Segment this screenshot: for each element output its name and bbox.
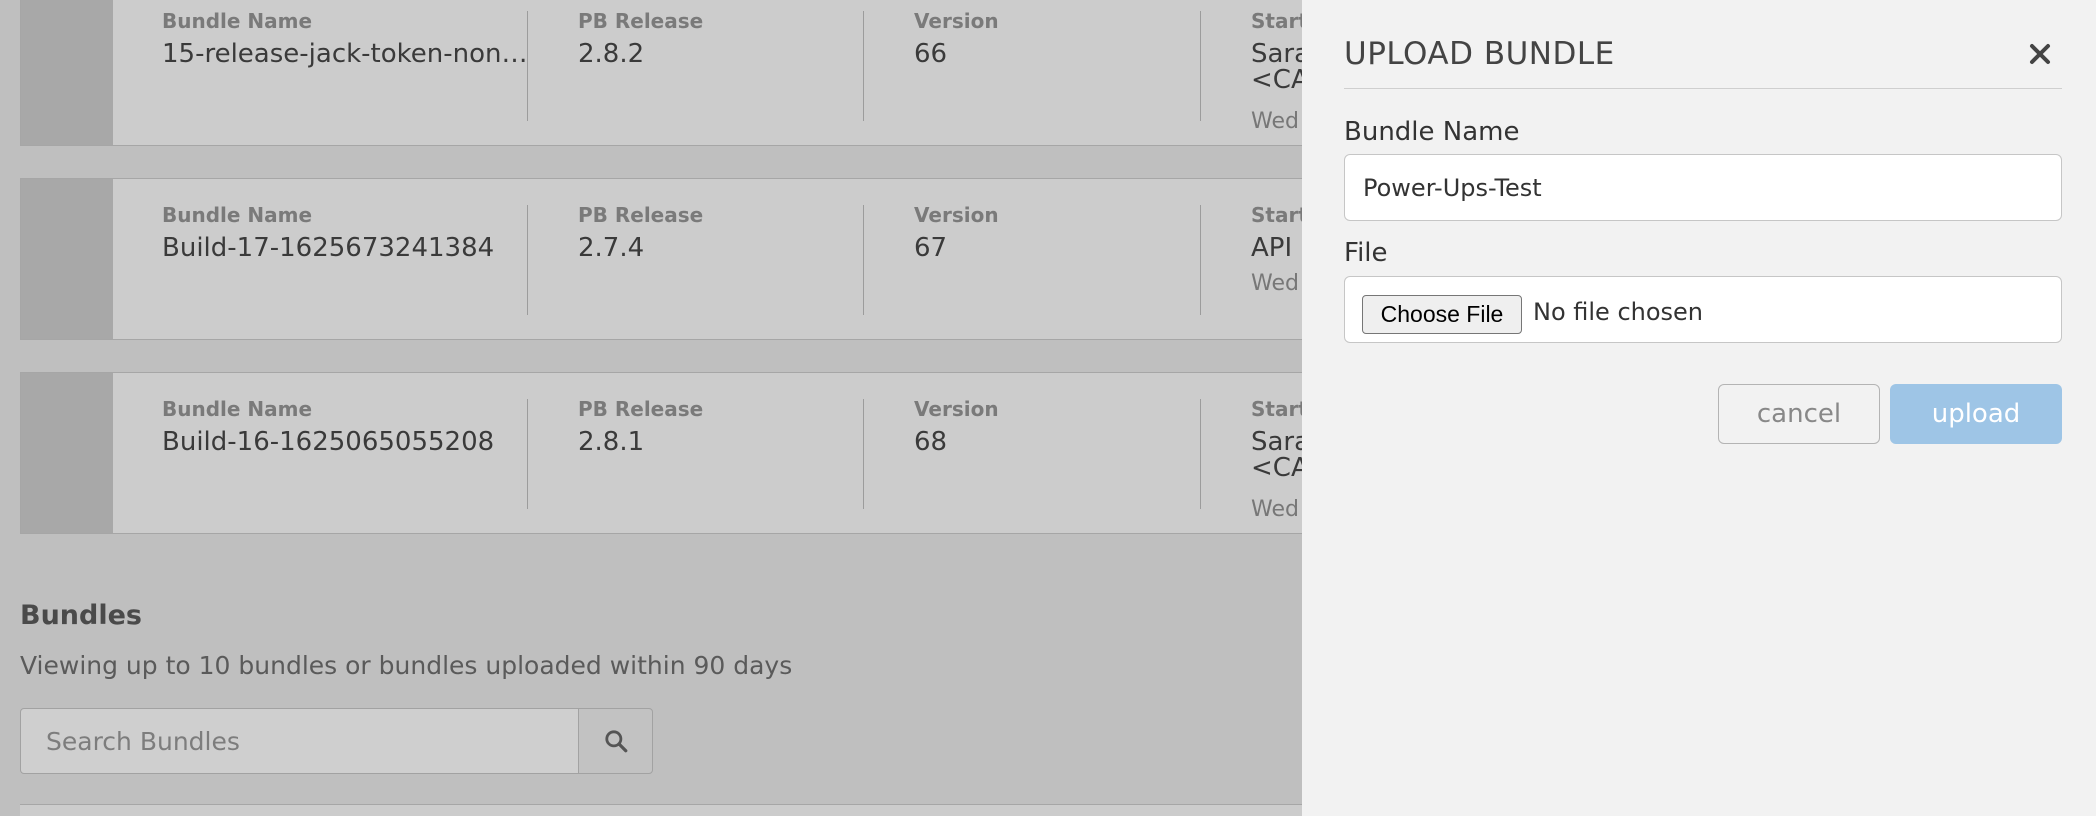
pb-release-value: 2.8.1: [578, 427, 645, 457]
pb-release-column: PB Release 2.8.2: [578, 0, 858, 145]
column-divider: [1200, 205, 1201, 315]
bundle-name-value: 15-release-jack-token-nonzero: [162, 39, 532, 69]
file-field-label: File: [1344, 238, 1388, 268]
close-button[interactable]: [2024, 36, 2056, 72]
start-value-line2: <CA: [1251, 65, 1302, 95]
pb-release-column: PB Release 2.7.4: [578, 179, 858, 339]
bundle-card[interactable]: Bundle Name 15-release-jack-token-nonzer…: [20, 0, 1302, 146]
bundle-card[interactable]: Bundle Name Build-16-1625065055208 PB Re…: [20, 372, 1302, 534]
bundle-name-column: Bundle Name Build-17-1625673241384: [162, 179, 532, 339]
bundle-name-field-label: Bundle Name: [1344, 117, 1520, 147]
file-status-text: No file chosen: [1533, 298, 1704, 326]
version-column: Version 66: [914, 0, 1194, 145]
bundles-section-title: Bundles: [20, 600, 142, 631]
bundle-thumbnail: [21, 0, 113, 145]
bundle-card[interactable]: Bundle Name Build-17-1625673241384 PB Re…: [20, 178, 1302, 340]
search-icon: [604, 730, 627, 753]
pb-release-value: 2.7.4: [578, 233, 645, 263]
close-icon: [2030, 44, 2050, 64]
choose-file-button[interactable]: Choose File: [1362, 295, 1522, 334]
column-divider: [1200, 11, 1201, 121]
column-divider: [863, 205, 864, 315]
pb-release-label: PB Release: [578, 397, 704, 421]
pb-release-label: PB Release: [578, 203, 704, 227]
start-label: Start: [1251, 9, 1302, 33]
start-date: Wed: [1251, 271, 1299, 296]
pb-release-label: PB Release: [578, 9, 704, 33]
pb-release-value: 2.8.2: [578, 39, 645, 69]
bundle-name-label: Bundle Name: [162, 397, 313, 421]
start-label: Start: [1251, 397, 1302, 421]
cancel-button[interactable]: cancel: [1718, 384, 1880, 444]
version-label: Version: [914, 397, 999, 421]
upload-button[interactable]: upload: [1890, 384, 2062, 444]
panel-divider: [1344, 88, 2062, 89]
bundle-name-value: Build-17-1625673241384: [162, 233, 495, 263]
start-column: Start Sara <CA Wed: [1251, 0, 1302, 145]
version-value: 66: [914, 39, 948, 69]
bundle-name-label: Bundle Name: [162, 203, 313, 227]
column-divider: [527, 11, 528, 121]
bundles-section-description: Viewing up to 10 bundles or bundles uplo…: [20, 651, 793, 680]
version-label: Version: [914, 203, 999, 227]
bundle-list-item-partial: [20, 804, 1302, 816]
version-value: 67: [914, 233, 948, 263]
upload-bundle-panel: UPLOAD BUNDLE Bundle Name File Choose Fi…: [1302, 0, 2096, 816]
bundle-name-column: Bundle Name 15-release-jack-token-nonzer…: [162, 0, 532, 145]
background-page: Bundle Name 15-release-jack-token-nonzer…: [0, 0, 1302, 816]
bundle-thumbnail: [21, 373, 113, 533]
version-value: 68: [914, 427, 948, 457]
start-label: Start: [1251, 203, 1302, 227]
bundle-name-value: Build-16-1625065055208: [162, 427, 495, 457]
search-bundles-field[interactable]: [20, 708, 579, 774]
column-divider: [863, 11, 864, 121]
column-divider: [527, 399, 528, 509]
bundle-name-label: Bundle Name: [162, 9, 313, 33]
search-input[interactable]: [21, 709, 578, 773]
start-date: Wed: [1251, 497, 1299, 522]
start-column: Start API < Wed: [1251, 179, 1302, 339]
start-column: Start Sara <CA Wed: [1251, 373, 1302, 533]
column-divider: [527, 205, 528, 315]
panel-title: UPLOAD BUNDLE: [1344, 36, 1615, 72]
column-divider: [863, 399, 864, 509]
start-date: Wed: [1251, 109, 1299, 134]
pb-release-column: PB Release 2.8.1: [578, 373, 858, 533]
start-value-line2: <CA: [1251, 453, 1302, 483]
bundle-name-input[interactable]: [1344, 154, 2062, 221]
column-divider: [1200, 399, 1201, 509]
version-label: Version: [914, 9, 999, 33]
version-column: Version 68: [914, 373, 1194, 533]
start-value: API <: [1251, 233, 1302, 263]
bundle-thumbnail: [21, 179, 113, 339]
version-column: Version 67: [914, 179, 1194, 339]
file-input[interactable]: Choose File No file chosen: [1344, 276, 2062, 343]
bundle-name-column: Bundle Name Build-16-1625065055208: [162, 373, 532, 533]
search-button[interactable]: [578, 708, 653, 774]
